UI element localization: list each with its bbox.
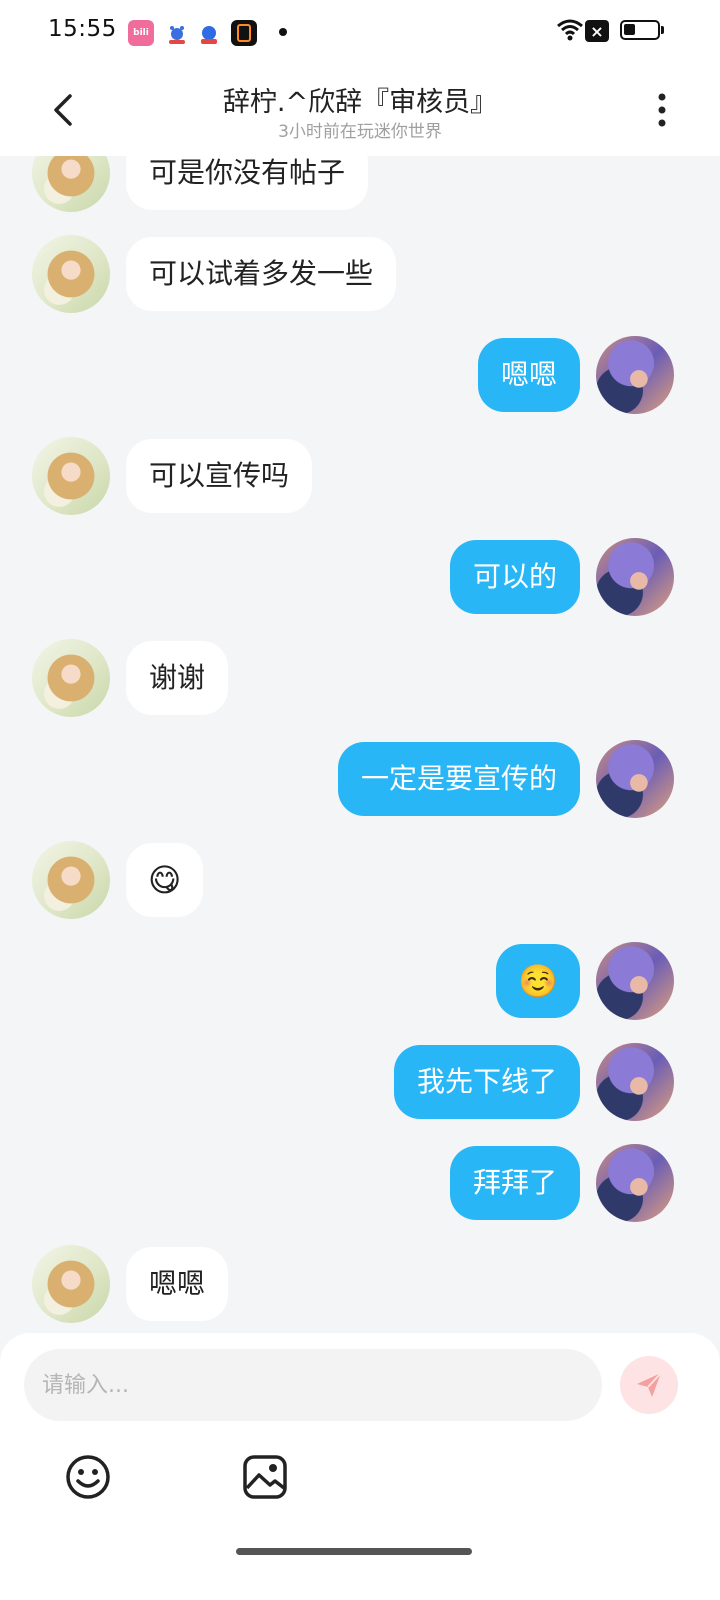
message-row: 我先下线了 <box>0 1043 720 1121</box>
message-row: 嗯嗯 <box>0 1245 720 1323</box>
message-bubble[interactable]: 嗯嗯 <box>126 1247 229 1321</box>
chat-header: 辞柠.^欣辞『审核员』 3小时前在玩迷你世界 <box>0 64 720 156</box>
baidu-tieba-icon <box>164 20 190 46</box>
emoji-smile-icon <box>66 1455 110 1499</box>
message-row: 可以宣传吗 <box>0 437 720 515</box>
message-bubble[interactable]: 可以宣传吗 <box>126 439 313 513</box>
battery-icon <box>620 20 664 40</box>
send-paper-plane-icon <box>637 1372 662 1397</box>
message-input[interactable] <box>24 1349 602 1421</box>
my-avatar[interactable] <box>596 740 674 818</box>
back-button[interactable] <box>40 86 88 134</box>
message-row: 谢谢 <box>0 639 720 717</box>
message-bubble[interactable]: 可以的 <box>449 540 580 614</box>
my-avatar[interactable] <box>596 1144 674 1222</box>
status-bar: 15:55 bili × <box>0 0 720 64</box>
contact-name: 辞柠.^欣辞『审核员』 <box>222 87 498 118</box>
message-bubble[interactable]: 可是你没有帖子 <box>126 156 369 210</box>
home-indicator[interactable] <box>236 1548 472 1555</box>
message-row: 可以试着多发一些 <box>0 235 720 313</box>
image-button[interactable] <box>241 1453 289 1501</box>
emoji-message-bubble[interactable]: ☺️ <box>496 944 580 1018</box>
contact-status: 3小时前在玩迷你世界 <box>278 122 442 142</box>
message-list[interactable]: 可是你没有帖子 可以试着多发一些 嗯嗯 可以宣传吗 可以的 谢谢 一定是要宣传的… <box>0 156 720 1333</box>
back-arrow-icon <box>54 94 72 126</box>
my-avatar[interactable] <box>596 538 674 616</box>
message-bubble[interactable]: 可以试着多发一些 <box>126 237 397 311</box>
image-picture-icon <box>243 1455 287 1499</box>
message-bubble[interactable]: 谢谢 <box>126 641 229 715</box>
message-row: ☺️ <box>0 942 720 1020</box>
orange-app-icon <box>231 20 257 46</box>
contact-avatar[interactable] <box>32 156 110 212</box>
contact-avatar[interactable] <box>32 437 110 515</box>
message-bubble[interactable]: 一定是要宣传的 <box>337 742 580 816</box>
emoji-message-bubble[interactable]: 😋 <box>126 843 204 917</box>
message-row: 拜拜了 <box>0 1144 720 1222</box>
message-bubble[interactable]: 我先下线了 <box>393 1045 580 1119</box>
message-row: 可是你没有帖子 <box>0 156 720 212</box>
bilibili-icon: bili <box>128 20 154 46</box>
message-row: 嗯嗯 <box>0 336 720 414</box>
contact-avatar[interactable] <box>32 1245 110 1323</box>
emoji-button[interactable] <box>64 1453 112 1501</box>
message-row: 一定是要宣传的 <box>0 740 720 818</box>
notification-dot <box>279 28 287 36</box>
message-bubble[interactable]: 拜拜了 <box>449 1146 580 1220</box>
status-time: 15:55 <box>48 16 117 42</box>
contact-avatar[interactable] <box>32 841 110 919</box>
more-vertical-icon <box>658 93 666 127</box>
my-avatar[interactable] <box>596 942 674 1020</box>
wifi-icon <box>556 18 584 46</box>
my-avatar[interactable] <box>596 1043 674 1121</box>
baidu-icon <box>196 20 222 46</box>
my-avatar[interactable] <box>596 336 674 414</box>
contact-avatar[interactable] <box>32 235 110 313</box>
message-bubble[interactable]: 嗯嗯 <box>477 338 580 412</box>
message-row: 可以的 <box>0 538 720 616</box>
no-sim-icon: × <box>585 20 609 42</box>
more-options-button[interactable] <box>640 86 684 134</box>
message-row: 😋 <box>0 841 720 919</box>
input-panel <box>0 1333 720 1600</box>
send-button[interactable] <box>620 1356 678 1414</box>
contact-avatar[interactable] <box>32 639 110 717</box>
